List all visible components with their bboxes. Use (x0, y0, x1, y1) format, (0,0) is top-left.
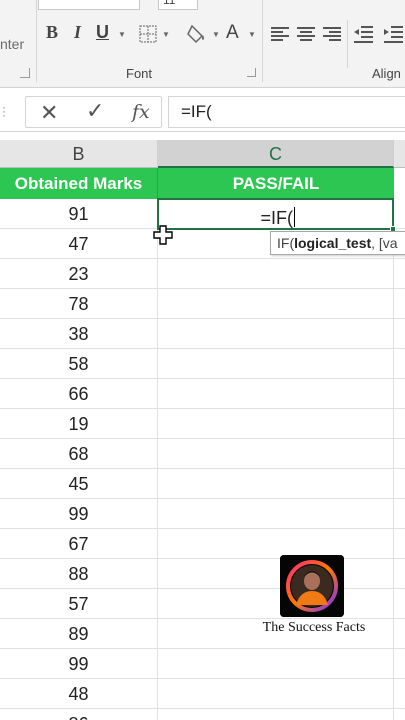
italic-button[interactable]: I (74, 22, 81, 43)
marks-cell[interactable]: 88 (0, 559, 158, 589)
marks-cell[interactable]: 99 (0, 499, 158, 529)
marks-cell[interactable]: 38 (0, 319, 158, 349)
marks-cell[interactable]: 19 (0, 409, 158, 439)
marks-cell[interactable]: 58 (0, 349, 158, 379)
marks-cell[interactable]: 45 (0, 469, 158, 499)
alignment-group-label: Align (372, 66, 401, 81)
formula-input[interactable]: =IF( (168, 96, 405, 128)
result-cell[interactable] (158, 379, 394, 409)
result-cell[interactable] (158, 529, 394, 559)
function-tooltip[interactable]: IF(logical_test, [va (270, 231, 405, 255)
ribbon: nter 11 B I U ▼ ▼ ▼ A ▼ Font Align (0, 0, 405, 88)
align-left-icon[interactable] (271, 27, 289, 41)
cell-select-cursor-icon (153, 225, 173, 245)
ribbon-separator (36, 0, 37, 82)
underline-dropdown-icon[interactable]: ▼ (118, 30, 126, 39)
result-cell[interactable] (158, 319, 394, 349)
text-cursor (294, 207, 295, 227)
marks-cell[interactable]: 66 (0, 379, 158, 409)
table-row: 99 (0, 649, 405, 679)
insert-function-button[interactable]: fx (132, 101, 150, 123)
formula-bar: · · · ✕ ✓ fx =IF( (0, 92, 405, 132)
result-cell[interactable] (158, 439, 394, 469)
underline-button[interactable]: U (96, 22, 109, 43)
active-cell-text: =IF( (260, 207, 295, 228)
marks-cell[interactable]: 47 (0, 229, 158, 259)
formula-bar-grip-icon[interactable]: · · · (2, 101, 8, 121)
marks-cell[interactable]: 89 (0, 619, 158, 649)
header-cell-obtained-marks[interactable]: Obtained Marks (0, 168, 158, 199)
font-group-label: Font (126, 66, 153, 81)
table-row: 68 (0, 439, 405, 469)
decrease-indent-icon[interactable] (352, 24, 374, 44)
formula-buttons: ✕ ✓ fx (25, 96, 162, 128)
ribbon-separator (347, 20, 348, 68)
align-right-icon[interactable] (323, 27, 341, 41)
marks-cell[interactable]: 48 (0, 679, 158, 709)
marks-cell[interactable]: 78 (0, 289, 158, 319)
column-header-c[interactable]: C (158, 140, 394, 168)
font-size-box[interactable]: 11 (158, 0, 198, 10)
table-row: 45 (0, 469, 405, 499)
ribbon-separator (262, 0, 263, 82)
font-launcher-icon[interactable] (247, 68, 256, 77)
alignment-launcher-icon[interactable] (20, 68, 30, 78)
channel-logo (280, 555, 344, 617)
tooltip-argument: logical_test (294, 235, 372, 251)
borders-dropdown-icon[interactable]: ▼ (162, 30, 170, 39)
channel-name: The Success Facts (262, 620, 366, 635)
tooltip-function: IF( (277, 235, 295, 251)
result-cell[interactable] (158, 709, 394, 720)
increase-indent-icon[interactable] (382, 24, 404, 44)
result-cell[interactable] (158, 679, 394, 709)
borders-icon[interactable] (138, 24, 158, 44)
marks-cell[interactable]: 99 (0, 649, 158, 679)
marks-cell[interactable]: 91 (0, 199, 158, 229)
header-cell-pass-fail[interactable]: PASS/FAIL (158, 168, 394, 199)
table-row: 88 (0, 559, 405, 589)
marks-cell[interactable]: 86 (0, 709, 158, 720)
result-cell[interactable] (158, 409, 394, 439)
align-center-icon[interactable] (297, 27, 315, 41)
table-row: 38 (0, 319, 405, 349)
table-row: 58 (0, 349, 405, 379)
table-row: 48 (0, 679, 405, 709)
marks-cell[interactable]: 67 (0, 529, 158, 559)
table-row: 66 (0, 379, 405, 409)
bold-button[interactable]: B (46, 22, 58, 43)
active-cell[interactable]: =IF( (157, 198, 396, 232)
result-cell[interactable] (158, 349, 394, 379)
result-cell[interactable] (158, 649, 394, 679)
table-row: 67 (0, 529, 405, 559)
column-header-b[interactable]: B (0, 140, 158, 168)
result-cell[interactable] (158, 259, 394, 289)
result-cell[interactable] (158, 499, 394, 529)
wrap-center-fragment[interactable]: nter (0, 36, 24, 52)
result-cell[interactable] (158, 469, 394, 499)
table-row: 86 (0, 709, 405, 720)
table-row: 99 (0, 499, 405, 529)
cancel-button[interactable]: ✕ (40, 100, 58, 126)
font-name-box[interactable] (38, 0, 140, 10)
fill-color-dropdown-icon[interactable]: ▼ (212, 30, 220, 39)
result-cell[interactable] (158, 289, 394, 319)
font-color-button[interactable]: A (226, 22, 239, 44)
marks-cell[interactable]: 23 (0, 259, 158, 289)
font-color-dropdown-icon[interactable]: ▼ (248, 30, 256, 39)
marks-cell[interactable]: 68 (0, 439, 158, 469)
column-header-d[interactable] (394, 140, 405, 168)
result-cell[interactable] (158, 589, 394, 619)
tooltip-rest: , [va (371, 235, 398, 251)
fill-color-icon[interactable] (186, 22, 208, 44)
table-row: 57 (0, 589, 405, 619)
table-row: 23 (0, 259, 405, 289)
table-row: 78 (0, 289, 405, 319)
result-cell[interactable] (158, 559, 394, 589)
table-row: 19 (0, 409, 405, 439)
enter-button[interactable]: ✓ (86, 98, 104, 124)
marks-cell[interactable]: 57 (0, 589, 158, 619)
